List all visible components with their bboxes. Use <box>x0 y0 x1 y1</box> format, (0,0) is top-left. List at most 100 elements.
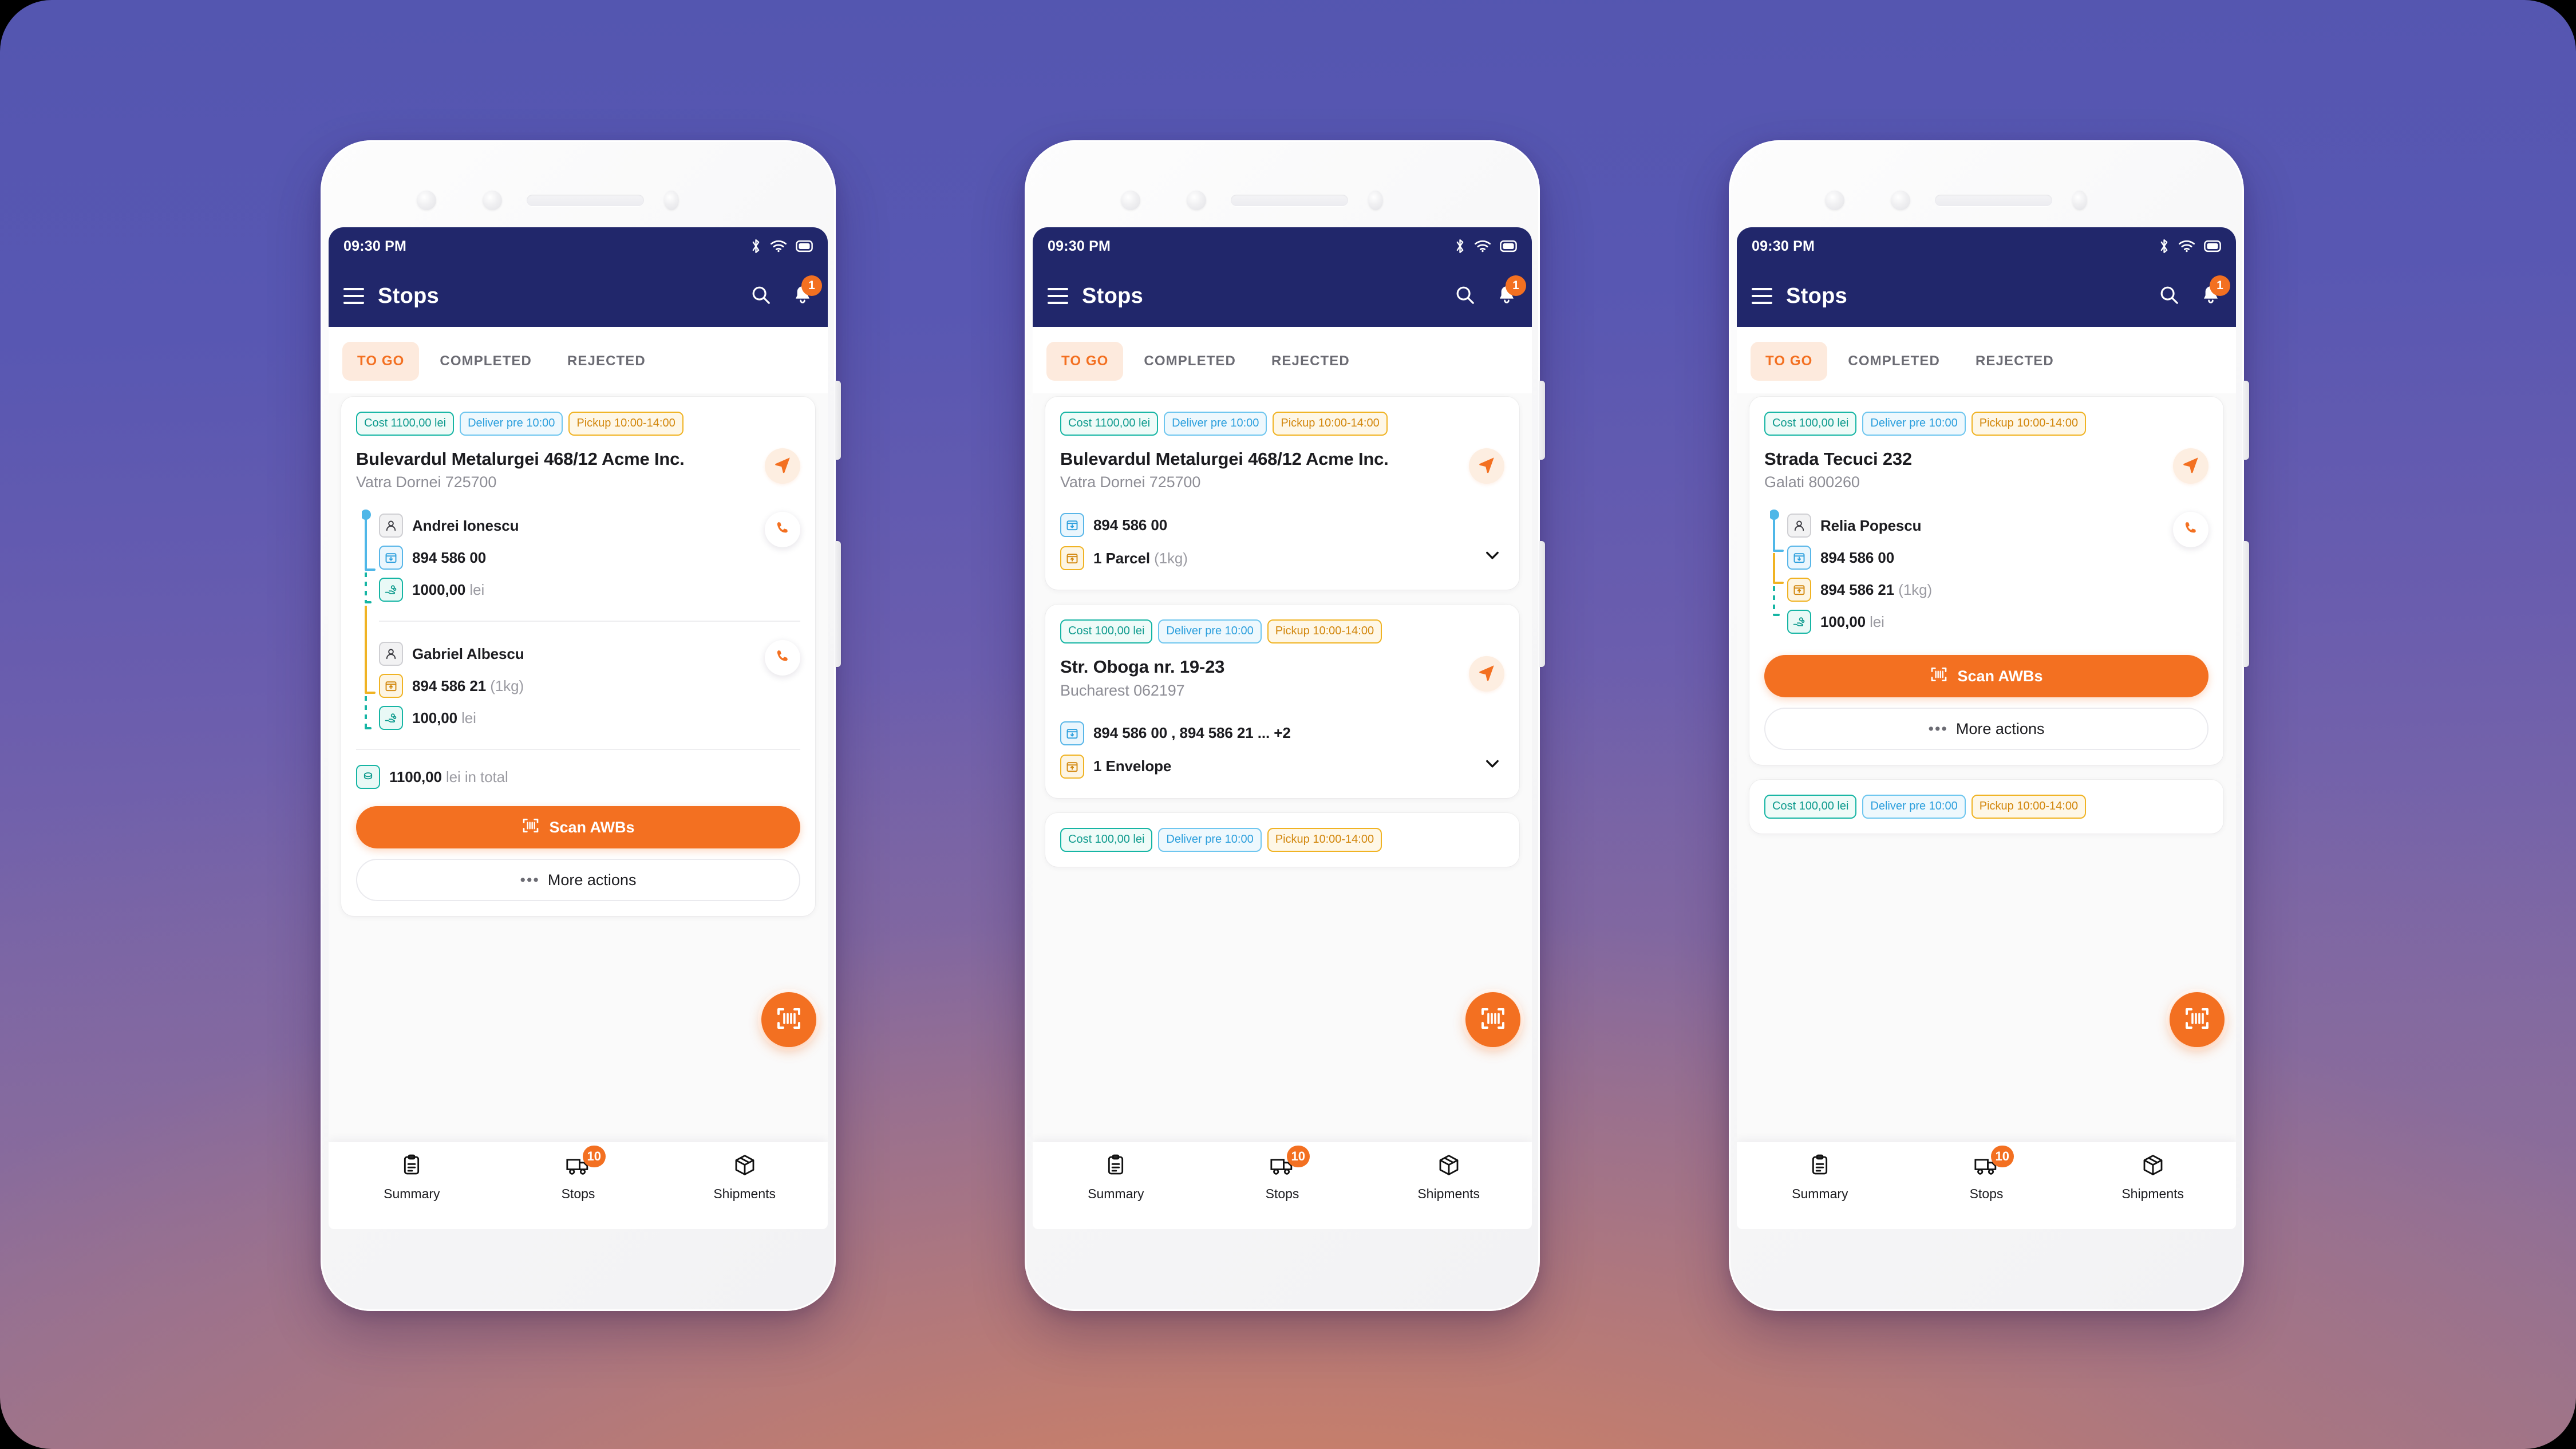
nav-item-shipments[interactable]: Shipments <box>1365 1154 1532 1202</box>
notifications-button[interactable]: 1 <box>2200 275 2230 309</box>
hamburger-icon[interactable] <box>343 288 364 304</box>
phone-device-2: 09:30 PM Stops 1 TO GO COMPLETED REJECTE… <box>1025 140 1545 1311</box>
awb-number: 894 586 00 <box>1093 516 1168 534</box>
nav-badge-stops: 10 <box>1286 1146 1310 1167</box>
notifications-button[interactable]: 1 <box>1496 275 1526 309</box>
scan-fab-button[interactable] <box>2170 992 2225 1047</box>
phone-side-button-volume[interactable] <box>835 381 841 460</box>
total-amount: 1100,00 lei in total <box>389 768 508 785</box>
timeline-row-person: Andrei Ionescu <box>379 510 800 542</box>
call-button[interactable] <box>2173 512 2208 548</box>
pickup-box-icon <box>1060 546 1084 571</box>
stop-card[interactable]: Cost 1100,00 lei Deliver pre 10:00 Picku… <box>1045 397 1519 590</box>
sensor-dot-icon <box>483 191 502 210</box>
scan-fab-button[interactable] <box>761 992 816 1047</box>
nav-item-stops[interactable]: 10 Stops <box>495 1146 662 1202</box>
tab-rejected[interactable]: REJECTED <box>1257 342 1365 381</box>
nav-item-shipments[interactable]: Shipments <box>2069 1154 2236 1202</box>
battery-icon <box>2204 240 2221 252</box>
stop-card[interactable]: Cost 1100,00 lei Deliver pre 10:00 Picku… <box>341 397 815 917</box>
phone-side-button-power[interactable] <box>2243 541 2249 667</box>
phone-icon <box>774 520 791 540</box>
tab-completed[interactable]: COMPLETED <box>1129 342 1251 381</box>
ellipsis-icon: ••• <box>1928 720 1948 737</box>
stops-list[interactable]: Cost 100,00 lei Deliver pre 10:00 Pickup… <box>1737 393 2236 1142</box>
stop-card[interactable]: Cost 100,00 lei Deliver pre 10:00 Pickup… <box>1749 780 2223 834</box>
nav-item-stops[interactable]: 10 Stops <box>1199 1146 1366 1202</box>
tab-to-go[interactable]: TO GO <box>1046 342 1124 381</box>
navigate-button[interactable] <box>2173 448 2208 484</box>
chip-pickup: Pickup 10:00-14:00 <box>1267 827 1382 852</box>
barcode-scan-icon <box>1930 665 1948 688</box>
barcode-scan-icon <box>521 816 540 839</box>
tab-rejected[interactable]: REJECTED <box>1961 342 2069 381</box>
stop-card[interactable]: Cost 100,00 lei Deliver pre 10:00 Pickup… <box>1045 605 1519 798</box>
stop-card[interactable]: Cost 100,00 lei Deliver pre 10:00 Pickup… <box>1749 397 2223 765</box>
person-icon <box>1787 514 1811 538</box>
notification-badge: 1 <box>1506 275 1526 296</box>
navigate-button[interactable] <box>1469 448 1504 484</box>
chevron-down-icon[interactable] <box>1483 754 1502 776</box>
sensor-dot-icon <box>1825 191 1844 210</box>
timeline-row-awb-drop: 894 586 00 <box>1787 542 2208 574</box>
phone-side-button-volume[interactable] <box>1539 381 1545 460</box>
nav-item-summary[interactable]: Summary <box>1033 1154 1199 1202</box>
awb-number: 894 586 00 <box>1820 548 1895 566</box>
call-button[interactable] <box>765 512 800 548</box>
truck-icon: 10 <box>1270 1146 1310 1179</box>
chip-row: Cost 100,00 lei Deliver pre 10:00 Pickup… <box>1060 827 1504 852</box>
status-bar: 09:30 PM <box>329 227 828 265</box>
phone-side-button-volume[interactable] <box>2243 381 2249 460</box>
scan-fab-button[interactable] <box>1465 992 1520 1047</box>
tab-completed[interactable]: COMPLETED <box>1833 342 1955 381</box>
search-icon[interactable] <box>2158 284 2180 309</box>
call-button[interactable] <box>765 640 800 676</box>
notification-badge: 1 <box>801 275 822 296</box>
notifications-button[interactable]: 1 <box>792 275 822 309</box>
timeline-row-awb-pick: 894 586 21 (1kg) <box>1787 574 2208 606</box>
nav-item-summary[interactable]: Summary <box>1737 1154 1903 1202</box>
nav-item-summary[interactable]: Summary <box>329 1154 495 1202</box>
summary-row-pick: 1 Envelope <box>1060 750 1504 783</box>
wifi-icon <box>1475 240 1491 252</box>
hamburger-icon[interactable] <box>1048 288 1068 304</box>
address-block: Strada Tecuci 232 Galati 800260 <box>1764 448 2173 491</box>
phone-icon <box>2182 520 2199 540</box>
search-icon[interactable] <box>750 284 772 309</box>
hamburger-icon[interactable] <box>1752 288 1772 304</box>
front-camera-icon <box>2072 191 2087 210</box>
tab-to-go[interactable]: TO GO <box>1751 342 1828 381</box>
phone-side-button-power[interactable] <box>835 541 841 667</box>
page-title: Stops <box>1786 283 1848 308</box>
person-name: Gabriel Albescu <box>412 645 524 662</box>
cash-hand-icon <box>379 578 403 602</box>
navigate-button[interactable] <box>765 448 800 484</box>
chip-pickup: Pickup 10:00-14:00 <box>568 412 683 436</box>
wifi-icon <box>771 240 787 252</box>
scan-awbs-button[interactable]: Scan AWBs <box>1764 655 2208 698</box>
chip-pickup: Pickup 10:00-14:00 <box>1971 412 2087 436</box>
phone-side-button-power[interactable] <box>1539 541 1545 667</box>
address-title: Bulevardul Metalurgei 468/12 Acme Inc. <box>356 449 685 469</box>
clipboard-icon <box>1104 1154 1127 1179</box>
address-subtitle: Galati 800260 <box>1764 473 1860 491</box>
nav-label-shipments: Shipments <box>2121 1186 2184 1201</box>
more-actions-label: More actions <box>547 871 637 889</box>
more-actions-button[interactable]: ••• More actions <box>356 859 800 902</box>
nav-item-shipments[interactable]: Shipments <box>661 1154 828 1202</box>
more-actions-button[interactable]: ••• More actions <box>1764 708 2208 751</box>
scan-awbs-button[interactable]: Scan AWBs <box>356 806 800 849</box>
search-icon[interactable] <box>1454 284 1476 309</box>
tab-to-go[interactable]: TO GO <box>342 342 420 381</box>
stops-list[interactable]: Cost 1100,00 lei Deliver pre 10:00 Picku… <box>1033 393 1532 1142</box>
address-block: Str. Oboga nr. 19-23 Bucharest 062197 <box>1060 656 1469 699</box>
amount-value: 100,00 lei <box>1820 613 1884 630</box>
stops-list[interactable]: Cost 1100,00 lei Deliver pre 10:00 Picku… <box>329 393 828 1142</box>
nav-badge-stops: 10 <box>1990 1146 2014 1167</box>
tab-completed[interactable]: COMPLETED <box>425 342 547 381</box>
navigate-button[interactable] <box>1469 656 1504 692</box>
nav-item-stops[interactable]: 10 Stops <box>1903 1146 2070 1202</box>
tab-rejected[interactable]: REJECTED <box>552 342 661 381</box>
chevron-down-icon[interactable] <box>1483 546 1502 568</box>
stop-card[interactable]: Cost 100,00 lei Deliver pre 10:00 Pickup… <box>1045 812 1519 867</box>
